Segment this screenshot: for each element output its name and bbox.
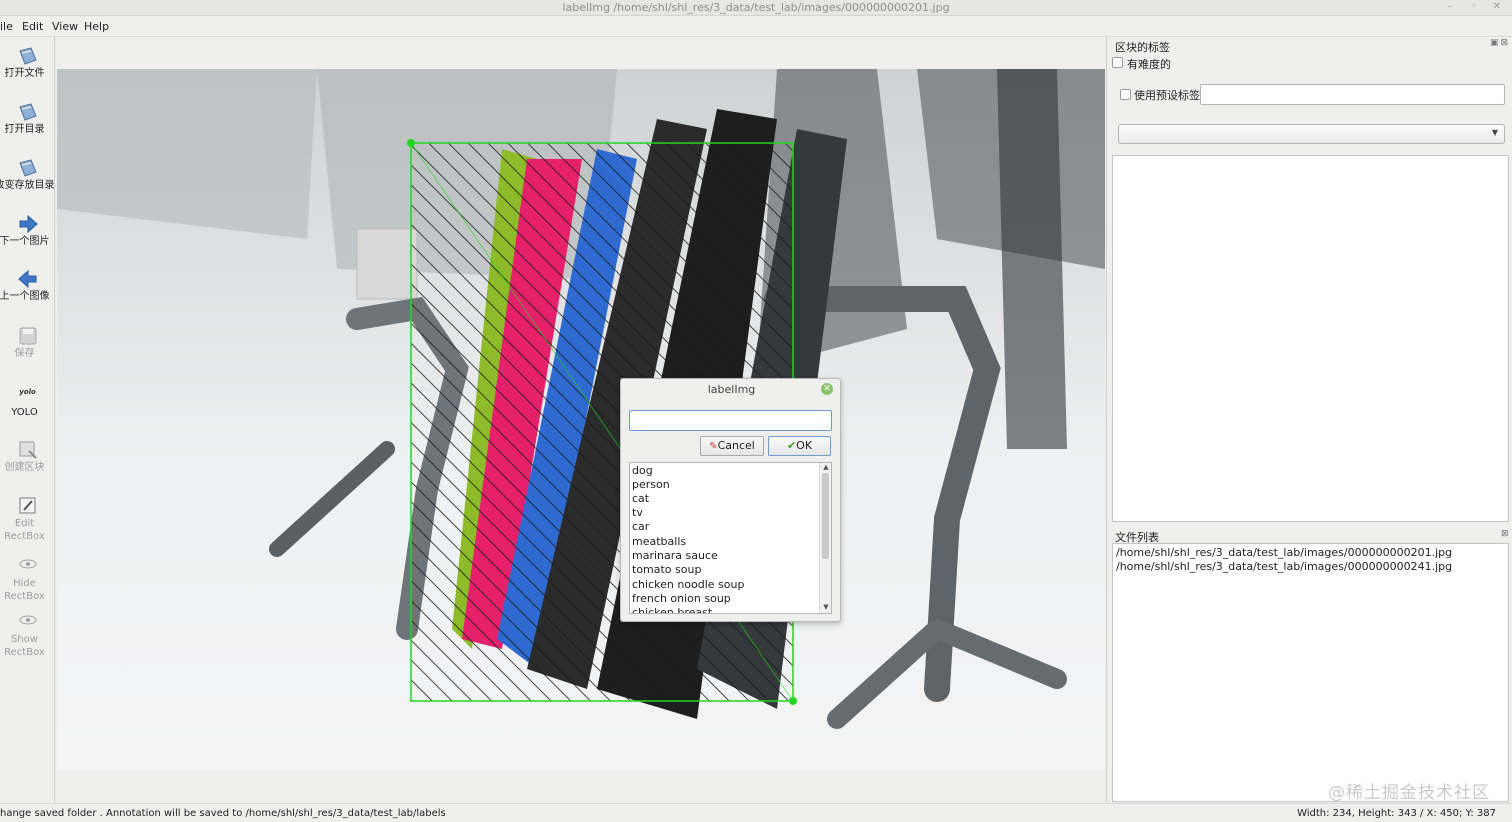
label-input[interactable] [629,410,832,431]
file-list-item[interactable]: /home/shl/shl_res/3_data/test_lab/images… [1116,560,1452,574]
window-titlebar: labelImg /home/shl/shl_res/3_data/test_l… [0,0,1512,16]
menu-file[interactable]: ile [0,20,13,33]
ok-button-label: OK [796,439,813,452]
next-image-button[interactable]: 下一个图片 [0,213,55,248]
watermark: @稀土掘金技术社区 [1328,783,1490,803]
list-item[interactable]: car [632,520,649,534]
edit-box-icon [19,497,35,514]
image-canvas[interactable] [56,37,1107,802]
hide-box-label-1: Hide [13,578,36,589]
create-box-label: 创建区块 [4,462,45,473]
edit-box-button[interactable]: Edit RectBox [0,495,55,543]
save-button[interactable]: 保存 [0,325,55,360]
list-item[interactable]: chicken breast [632,606,712,613]
yolo-icon: yolo [19,388,36,396]
show-box-label-1: Show [11,634,38,645]
box-label-list[interactable] [1112,155,1509,522]
format-yolo-button[interactable]: yolo YOLO [0,381,55,419]
dialog-title: labelImg [707,383,756,396]
change-save-dir-button[interactable]: 改变存放目录 [0,157,55,192]
list-item[interactable]: chicken noodle soup [632,578,745,592]
change-save-dir-icon [18,159,37,177]
next-image-label: 下一个图片 [0,236,50,247]
arrow-left-icon [17,269,36,289]
eye-icon [19,615,36,625]
save-icon [19,327,36,345]
eye-icon [19,559,36,569]
list-item[interactable]: cat [632,492,649,506]
list-item[interactable]: marinara sauce [632,549,718,563]
hide-box-button[interactable]: Hide RectBox [0,557,55,603]
prev-image-label: 上一个图像 [0,291,50,302]
status-coordinates: Width: 234, Height: 343 / X: 450; Y: 387 [1297,808,1496,819]
list-item[interactable]: person [632,478,670,492]
menu-view[interactable]: View [52,20,78,33]
open-dir-icon [18,103,37,121]
list-item[interactable]: tomato soup [632,563,701,577]
show-box-button[interactable]: Show RectBox [0,613,55,659]
list-item[interactable]: meatballs [632,535,686,549]
show-box-label-2: RectBox [4,647,45,658]
menu-help[interactable]: Help [84,20,109,33]
right-panel: 区块的标签 ▣⊠ 有难度的 使用预设标签 ▼ 文件列表 ⊠ /home/shl/… [1108,37,1512,802]
list-item[interactable]: french onion soup [632,592,731,606]
minimize-button[interactable]: – [1443,0,1457,14]
close-window-button[interactable]: ✕ [1490,0,1504,14]
bbox-handle-bottom-right[interactable] [789,697,797,705]
box-labels-dock-icon[interactable]: ▣⊠ [1490,38,1510,48]
use-default-label-checkbox[interactable] [1120,89,1131,100]
difficult-checkbox[interactable] [1112,57,1123,68]
hide-box-label-2: RectBox [4,591,45,602]
scroll-up-icon[interactable]: ▲ [821,463,831,471]
scrollbar-thumb[interactable] [822,473,829,559]
open-file-button[interactable]: 打开文件 [0,45,55,80]
cancel-icon: ✎ [709,441,718,452]
open-file-icon [18,47,37,65]
list-item[interactable]: tv [632,506,643,520]
default-label-input[interactable] [1200,84,1505,105]
box-labels-title: 区块的标签 [1115,41,1170,54]
cancel-button[interactable]: ✎Cancel [700,436,764,456]
open-dir-button[interactable]: 打开目录 [0,101,55,136]
difficult-label: 有难度的 [1127,58,1171,71]
chevron-down-icon: ▼ [1491,128,1498,137]
arrow-right-icon [19,214,38,234]
create-box-icon [19,441,37,459]
label-combo[interactable]: ▼ [1118,124,1505,144]
bbox-handle-top-left[interactable] [407,139,415,147]
change-save-dir-label: 改变存放目录 [0,180,55,191]
create-box-button[interactable]: 创建区块 [0,439,55,474]
menu-edit[interactable]: Edit [22,20,43,33]
window-title: labelImg /home/shl/shl_res/3_data/test_l… [562,1,950,14]
dialog-close-icon[interactable]: ✕ [821,383,833,395]
left-toolbar: 打开文件 打开目录 改变存放目录 下一个图片 上一个图像 保存 yolo YOL… [0,37,55,802]
label-dialog: labelImg ✕ ✎Cancel ✔OK dog person cat tv… [620,378,841,622]
status-message: hange saved folder . Annotation will be … [0,808,446,819]
open-file-label: 打开文件 [4,68,45,79]
file-list-dock-icon[interactable]: ⊠ [1501,529,1511,539]
save-label: 保存 [14,348,35,359]
maximize-button[interactable]: ◦ [1467,0,1481,14]
snowboard-photo [57,69,1105,770]
file-list: /home/shl/shl_res/3_data/test_lab/images… [1112,543,1509,802]
format-label: YOLO [11,407,38,418]
use-default-label-text: 使用预设标签 [1134,89,1200,102]
prev-image-button[interactable]: 上一个图像 [0,268,55,303]
edit-box-label-1: Edit [14,518,35,529]
file-list-item[interactable]: /home/shl/shl_res/3_data/test_lab/images… [1116,546,1452,560]
open-dir-label: 打开目录 [4,124,45,135]
label-list-scrollbar[interactable]: ▲ ▼ [819,463,831,613]
status-bar: hange saved folder . Annotation will be … [0,803,1512,822]
edit-box-label-2: RectBox [4,531,45,542]
scroll-down-icon[interactable]: ▼ [821,603,831,611]
menu-bar: ile Edit View Help [0,17,1512,37]
check-icon: ✔ [786,439,797,452]
ok-button[interactable]: ✔OK [768,436,831,456]
label-list: dog person cat tv car meatballs marinara… [629,462,832,614]
photo-scene [57,69,1105,729]
cancel-button-label: Cancel [717,439,755,452]
list-item[interactable]: dog [632,464,653,478]
